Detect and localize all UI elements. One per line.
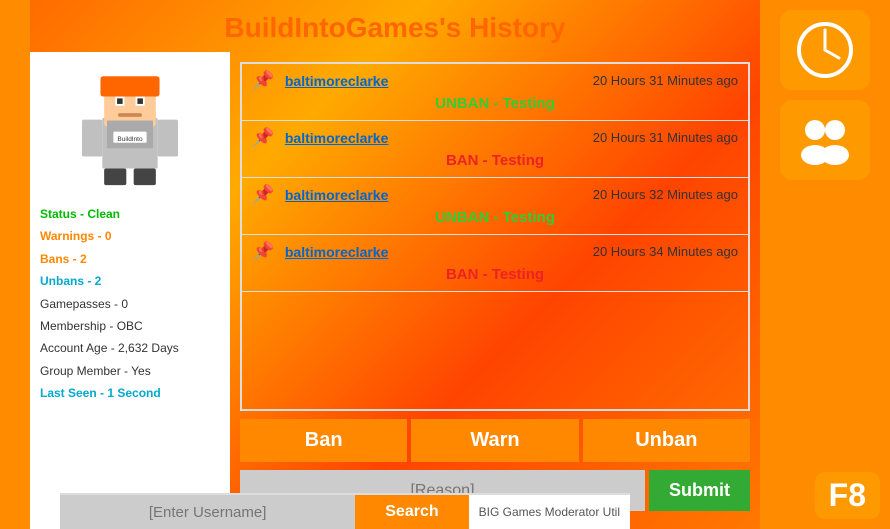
pin-icon: 📌: [252, 184, 274, 204]
history-time: 20 Hours 32 Minutes ago: [593, 187, 738, 202]
pin-icon: 📌: [252, 127, 274, 147]
inner-content: BuildInto Status - Clean Warnings - 0 Ba…: [30, 52, 760, 529]
submit-button[interactable]: Submit: [649, 470, 750, 511]
history-username[interactable]: baltimoreclarke: [285, 73, 389, 89]
warn-button[interactable]: Warn: [411, 419, 578, 462]
pin-icon: 📌: [252, 70, 274, 90]
page-title: BuildIntoGames's History: [30, 0, 760, 52]
avatar: BuildInto: [70, 67, 190, 187]
util-label: BIG Games Moderator Util: [469, 505, 630, 519]
history-entry-header: 📌 baltimoreclarke 20 Hours 34 Minutes ag…: [252, 241, 738, 262]
warnings-label: Warnings - 0: [40, 226, 112, 246]
username-input[interactable]: [60, 495, 355, 529]
bottom-bar: Search BIG Games Moderator Util: [60, 493, 630, 529]
history-entry-header: 📌 baltimoreclarke 20 Hours 32 Minutes ag…: [252, 184, 738, 205]
history-action: BAN - Testing: [252, 150, 738, 171]
clock-icon: [780, 10, 870, 90]
account-age-label: Account Age - 2,632 Days: [40, 338, 179, 358]
left-strip: [0, 0, 30, 529]
history-username[interactable]: baltimoreclarke: [285, 130, 389, 146]
history-action: UNBAN - Testing: [252, 93, 738, 114]
history-scroll[interactable]: 📌 baltimoreclarke 20 Hours 31 Minutes ag…: [240, 62, 750, 411]
right-sidebar: F8: [760, 0, 890, 529]
history-entry: 📌 baltimoreclarke 20 Hours 34 Minutes ag…: [242, 235, 748, 292]
history-time: 20 Hours 31 Minutes ago: [593, 73, 738, 88]
unbans-label: Unbans - 2: [40, 271, 101, 291]
pin-icon: 📌: [252, 241, 274, 261]
history-username[interactable]: baltimoreclarke: [285, 244, 389, 260]
history-panel: 📌 baltimoreclarke 20 Hours 31 Minutes ag…: [230, 52, 760, 529]
gamepasses-label: Gamepasses - 0: [40, 294, 128, 314]
history-entry-header: 📌 baltimoreclarke 20 Hours 31 Minutes ag…: [252, 70, 738, 91]
bans-label: Bans - 2: [40, 249, 87, 269]
buttons-row: Ban Warn Unban: [240, 419, 750, 462]
history-time: 20 Hours 31 Minutes ago: [593, 130, 738, 145]
svg-text:BuildInto: BuildInto: [117, 136, 143, 143]
history-entry: 📌 baltimoreclarke 20 Hours 31 Minutes ag…: [242, 64, 748, 121]
history-action: UNBAN - Testing: [252, 207, 738, 228]
history-time: 20 Hours 34 Minutes ago: [593, 244, 738, 259]
search-button[interactable]: Search: [355, 495, 468, 529]
last-seen-label: Last Seen - 1 Second: [40, 383, 161, 403]
group-member-label: Group Member - Yes: [40, 361, 151, 381]
membership-label: Membership - OBC: [40, 316, 143, 336]
f8-badge[interactable]: F8: [815, 472, 880, 519]
users-icon: [780, 100, 870, 180]
ban-button[interactable]: Ban: [240, 419, 407, 462]
unban-button[interactable]: Unban: [583, 419, 750, 462]
avatar-container: BuildInto: [65, 62, 195, 192]
history-action: BAN - Testing: [252, 264, 738, 285]
main-content: BuildIntoGames's History: [30, 0, 760, 529]
user-sidebar: BuildInto Status - Clean Warnings - 0 Ba…: [30, 52, 230, 529]
history-entry: 📌 baltimoreclarke 20 Hours 32 Minutes ag…: [242, 178, 748, 235]
status-label: Status - Clean: [40, 204, 120, 224]
history-username[interactable]: baltimoreclarke: [285, 187, 389, 203]
history-entry: 📌 baltimoreclarke 20 Hours 31 Minutes ag…: [242, 121, 748, 178]
history-entry-header: 📌 baltimoreclarke 20 Hours 31 Minutes ag…: [252, 127, 738, 148]
